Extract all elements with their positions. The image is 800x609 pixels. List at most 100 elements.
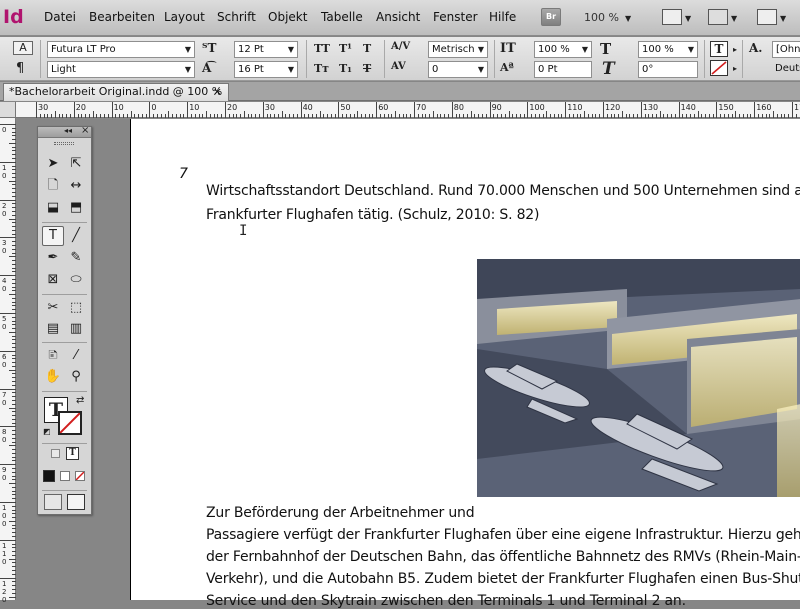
subscript-icon[interactable]: T₁ — [339, 62, 352, 75]
pen-tool-icon[interactable]: ✒ — [42, 248, 64, 268]
note-tool-icon[interactable]: 🗈 — [42, 346, 64, 366]
vertical-scale-field[interactable]: 100 % ▼ — [534, 41, 592, 58]
tools-panel-header[interactable]: ◂◂ × — [38, 125, 91, 138]
gap-tool-icon[interactable]: ↔ — [65, 176, 87, 196]
line-tool-icon[interactable]: ╱ — [65, 226, 87, 246]
bridge-button[interactable]: Br — [541, 8, 561, 26]
baseline-shift-field[interactable]: 0 Pt — [534, 61, 592, 78]
pencil-tool-icon[interactable]: ✎ — [65, 248, 87, 268]
hand-tool-icon[interactable]: ✋ — [42, 367, 64, 387]
ruler-tick — [183, 114, 185, 118]
apply-gradient-icon[interactable] — [60, 471, 70, 481]
ruler-tick — [138, 114, 140, 118]
ruler-tick — [410, 114, 412, 118]
tracking-field[interactable]: 0 ▼ — [428, 61, 488, 78]
scissors-tool-icon[interactable]: ✂ — [42, 298, 64, 318]
font-family-field[interactable]: Futura LT Pro ▼ — [47, 41, 195, 58]
body-text-line[interactable]: Wirtschaftsstandort Deutschland. Rund 70… — [206, 183, 800, 199]
fill-color-swatch[interactable]: T — [710, 41, 728, 57]
view-options-icon[interactable] — [662, 9, 682, 25]
stroke-color-swatch[interactable] — [710, 60, 728, 76]
body-text-line[interactable]: Frankfurter Flughafen tätig. (Schulz, 20… — [206, 207, 539, 223]
content-placer-icon[interactable]: ⬒ — [65, 198, 87, 218]
horizontal-scale-field[interactable]: 100 % ▼ — [638, 41, 698, 58]
eyedropper-tool-icon[interactable]: ⁄ — [65, 346, 87, 366]
body-text-line[interactable]: Service und den Skytrain zwischen den Te… — [206, 593, 686, 609]
free-transform-tool-icon[interactable]: ⬚ — [65, 298, 87, 318]
vertical-ruler[interactable]: 01 02 03 04 05 06 07 08 09 01 0 01 1 01 … — [0, 118, 16, 604]
gradient-swatch-tool-icon[interactable]: ▤ — [42, 319, 64, 339]
skew-field[interactable]: 0° — [638, 61, 698, 78]
ruler-tick — [12, 494, 16, 496]
ellipse-tool-icon[interactable]: ⬭ — [65, 270, 87, 290]
body-text-line[interactable]: Verkehr), und die Autobahn B5. Zudem bie… — [206, 571, 800, 587]
ruler-tick — [9, 180, 16, 182]
close-icon[interactable]: × — [213, 84, 222, 100]
default-fill-stroke-icon[interactable]: ◩ — [43, 427, 51, 436]
body-text-line[interactable]: Passagiere verfügt der Frankfurter Flugh… — [206, 527, 800, 543]
collapse-icon[interactable]: ◂◂ — [64, 126, 72, 135]
ruler-origin[interactable] — [0, 102, 16, 118]
ruler-tick — [576, 114, 578, 118]
grip-handle[interactable] — [54, 142, 74, 145]
ruler-tick — [12, 479, 16, 481]
chevron-down-icon: ▼ — [685, 14, 692, 23]
character-style-field[interactable]: [Ohne — [772, 41, 800, 58]
apply-color-icon[interactable] — [43, 470, 55, 482]
kerning-field[interactable]: Metrisch ▼ — [428, 41, 488, 58]
menu-tabelle[interactable]: Tabelle — [321, 10, 363, 24]
content-collector-icon[interactable]: ⬓ — [42, 198, 64, 218]
menu-schrift[interactable]: Schrift — [217, 10, 256, 24]
menu-bearbeiten[interactable]: Bearbeiten — [89, 10, 155, 24]
zoom-level-select[interactable]: 100 % — [584, 11, 619, 24]
airport-terminal-photo[interactable] — [477, 259, 800, 497]
language-field[interactable]: Deuts — [772, 61, 800, 78]
stroke-swatch[interactable] — [58, 411, 82, 435]
rectangle-frame-tool-icon[interactable]: ⊠ — [42, 270, 64, 290]
preview-mode-icon[interactable] — [67, 494, 85, 510]
screen-mode-icon[interactable] — [708, 9, 728, 25]
leading-field[interactable]: 16 Pt ▼ — [234, 61, 298, 78]
ruler-tick — [0, 388, 16, 390]
zoom-tool-icon[interactable]: ⚲ — [65, 367, 87, 387]
menu-layout[interactable]: Layout — [164, 10, 205, 24]
strikethrough-icon[interactable]: T — [363, 62, 371, 75]
arrange-documents-icon[interactable] — [757, 9, 777, 25]
small-caps-icon[interactable]: Tт — [314, 62, 329, 75]
swap-fill-stroke-icon[interactable]: ⇄ — [76, 395, 84, 406]
page-tool-icon[interactable]: 🗋 — [42, 176, 64, 196]
menu-datei[interactable]: Datei — [44, 10, 76, 24]
ruler-tick — [12, 335, 16, 337]
apply-none-icon[interactable] — [75, 471, 85, 481]
formatting-container-icon[interactable] — [51, 449, 60, 458]
horizontal-ruler[interactable]: 30 20 10 0 10 20 30 40 50 60 70 80 90 100 110 120 130 140… — [16, 102, 800, 118]
ruler-tick — [12, 570, 16, 572]
close-icon[interactable]: × — [81, 125, 89, 136]
gradient-feather-tool-icon[interactable]: ▥ — [65, 319, 87, 339]
menu-hilfe[interactable]: Hilfe — [489, 10, 516, 24]
paragraph-mode-icon[interactable]: ¶ — [16, 61, 24, 76]
menu-objekt[interactable]: Objekt — [268, 10, 307, 24]
ruler-tick — [198, 114, 200, 118]
ruler-tick — [12, 509, 16, 511]
selection-tool-icon[interactable]: ➤ — [42, 154, 64, 174]
ruler-tick — [172, 114, 174, 118]
superscript-icon[interactable]: T¹ — [339, 42, 352, 55]
type-tool-icon[interactable]: T — [42, 226, 64, 246]
underline-icon[interactable]: T — [363, 42, 371, 55]
body-text-line[interactable]: Zur Beförderung der Arbeitnehmer und — [206, 505, 475, 521]
direct-selection-tool-icon[interactable]: ⇱ — [65, 154, 87, 174]
normal-view-icon[interactable] — [44, 494, 62, 510]
font-style-field[interactable]: Light ▼ — [47, 61, 195, 78]
character-mode-icon[interactable]: A — [13, 41, 33, 55]
menu-ansicht[interactable]: Ansicht — [376, 10, 420, 24]
formatting-text-icon[interactable]: T — [66, 447, 79, 460]
menu-fenster[interactable]: Fenster — [433, 10, 478, 24]
body-text-line[interactable]: der Fernbahnhof der Deutschen Bahn, das … — [206, 549, 800, 565]
ruler-tick — [12, 585, 16, 587]
font-size-field[interactable]: 12 Pt ▼ — [234, 41, 298, 58]
all-caps-icon[interactable]: TT — [314, 42, 330, 55]
document-tab[interactable]: *Bachelorarbeit Original.indd @ 100 % × — [3, 83, 229, 101]
document-page[interactable]: 7 Wirtschaftsstandort Deutschland. Rund … — [130, 119, 800, 609]
ruler-tick — [156, 114, 158, 118]
